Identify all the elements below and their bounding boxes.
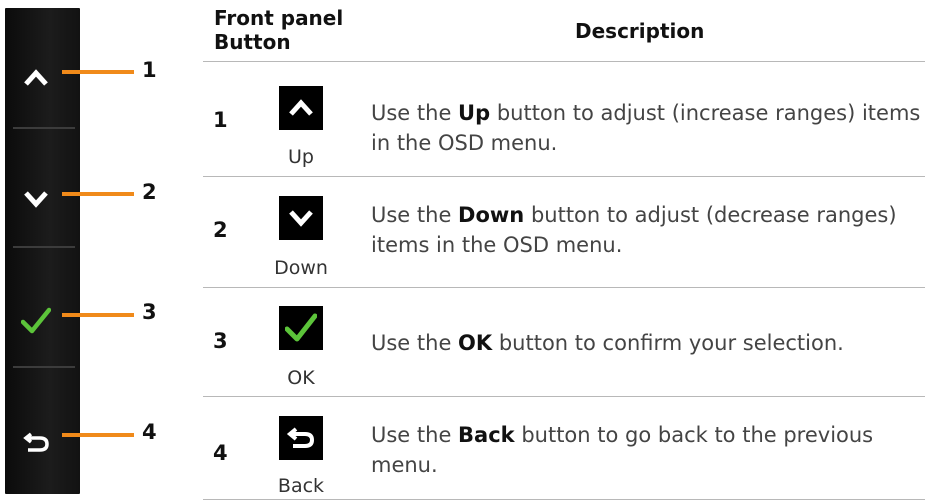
table-divider [203,396,925,397]
table-divider [203,176,925,177]
row-number: 3 [213,329,228,353]
up-arrow-icon [279,86,323,130]
back-arrow-icon[interactable] [19,425,53,459]
down-arrow-icon[interactable] [19,182,53,216]
row-description: Use the Back button to go back to the pr… [371,423,874,477]
table-divider [203,287,925,288]
table-divider [203,61,925,62]
panel-divider [13,127,75,129]
button-label: Up [288,146,314,168]
callout-line-4 [62,433,134,437]
table-divider [203,499,925,500]
callout-line-2 [62,192,134,196]
row-description: Use the Up button to adjust (increase ra… [371,101,921,155]
column-header-description: Description [575,19,705,43]
monitor-front-panel [5,8,80,494]
row-description: Use the OK button to confirm your select… [371,331,844,355]
callout-number-4: 4 [142,420,157,444]
checkmark-icon[interactable] [19,304,53,338]
button-label: OK [287,367,315,389]
down-arrow-icon [279,196,323,240]
row-number: 1 [213,108,228,132]
panel-divider [13,246,75,248]
callout-number-1: 1 [142,58,157,82]
callout-line-3 [62,313,134,317]
button-label: Back [277,475,325,497]
back-arrow-icon [279,416,323,460]
checkmark-icon [279,306,323,350]
button-label: Down [274,257,328,279]
callout-number-3: 3 [142,300,157,324]
callout-number-2: 2 [142,180,157,204]
up-arrow-icon[interactable] [19,61,53,95]
callout-line-1 [62,70,134,74]
row-number: 2 [213,218,228,242]
row-number: 4 [213,441,228,465]
panel-divider [13,366,75,368]
column-header-front-panel-button: Front panel Button [214,6,344,54]
row-description: Use the Down button to adjust (decrease … [371,203,897,257]
